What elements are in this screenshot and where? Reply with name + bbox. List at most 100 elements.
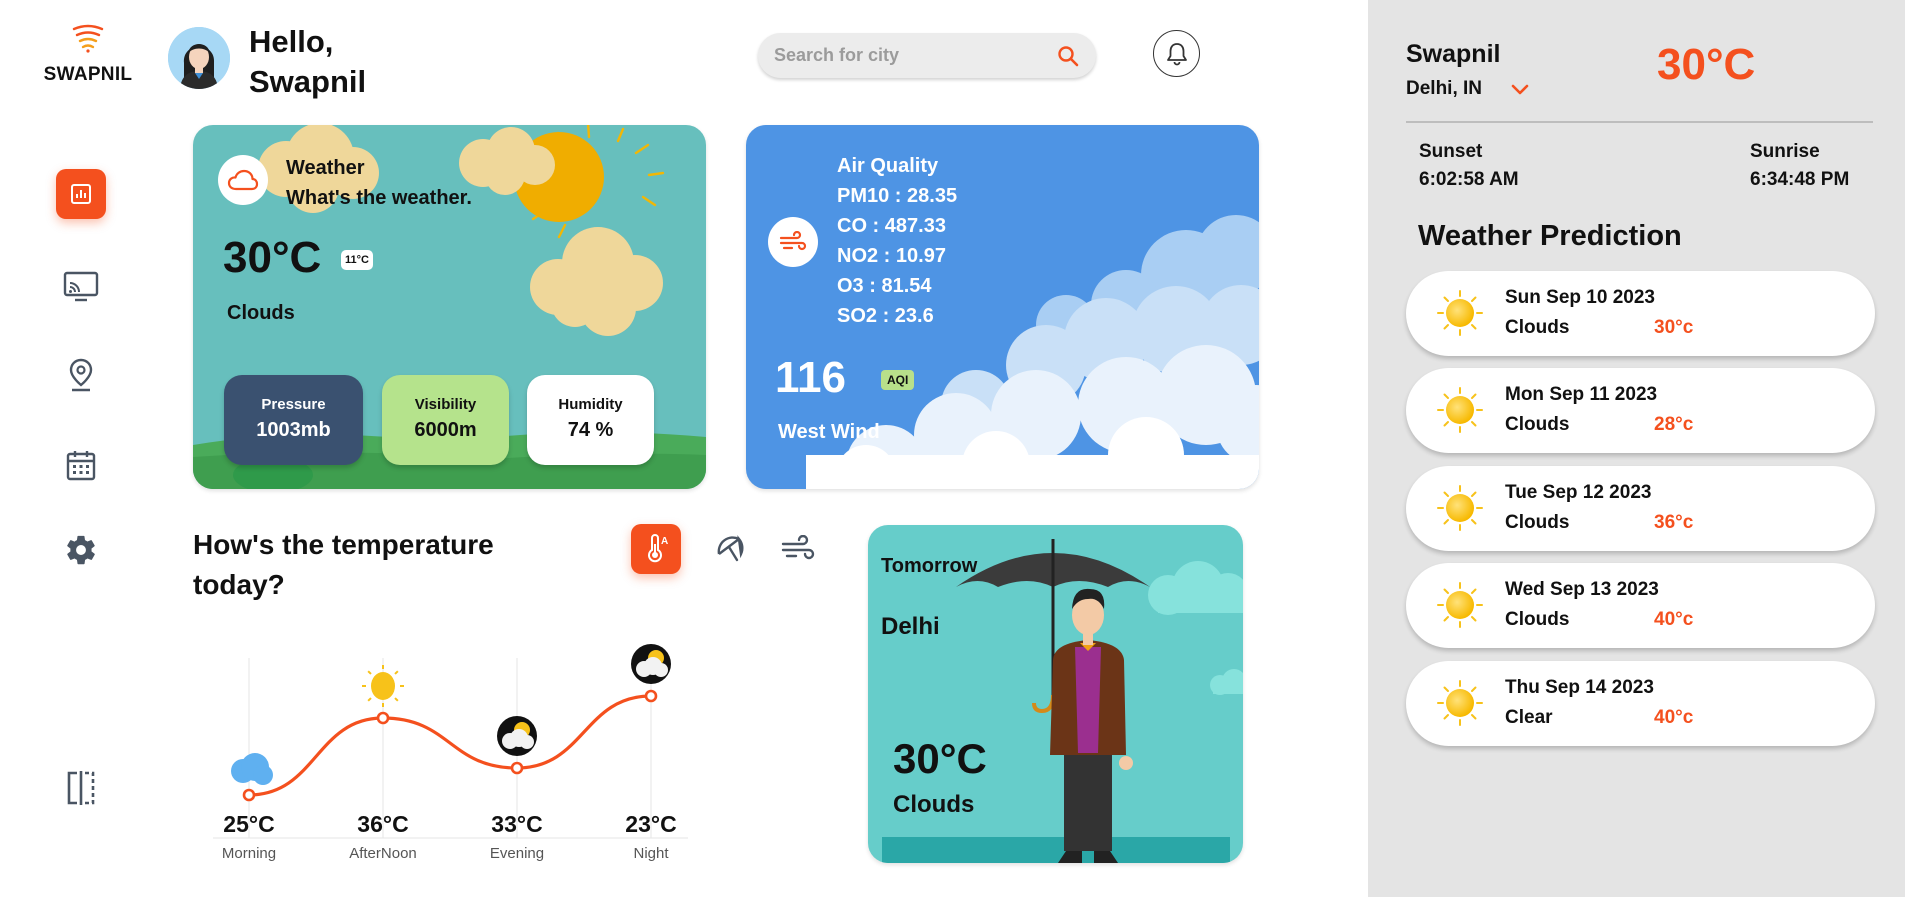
sun-icon: [1437, 680, 1483, 726]
o3-value: O3 : 81.54: [837, 275, 932, 297]
prediction-temp: 40°c: [1654, 707, 1694, 728]
sidebar-item-cast[interactable]: [56, 262, 106, 312]
cast-icon: [63, 271, 99, 302]
sidebar-item-calendar[interactable]: [56, 440, 106, 490]
prediction-item[interactable]: Thu Sep 14 2023 Clear 40°c: [1406, 661, 1875, 746]
humidity-label: Humidity: [558, 396, 623, 413]
visibility-label: Visibility: [414, 396, 477, 413]
so2-value: SO2 : 23.6: [837, 305, 934, 327]
tab-temperature[interactable]: A: [631, 524, 681, 574]
sun-icon: [1437, 582, 1483, 628]
prediction-temp: 36°c: [1654, 512, 1694, 533]
air-quality-title: Air Quality: [837, 155, 939, 177]
wind-icon: [781, 535, 815, 560]
calendar-icon: [66, 451, 96, 481]
prediction-condition: Clouds: [1505, 512, 1570, 533]
cloud-icon: [227, 169, 259, 191]
chart-point: [510, 761, 524, 775]
sunrise-time: 6:34:48 PM: [1750, 169, 1850, 190]
min-temp-badge: 11°C: [341, 250, 373, 270]
chart-icon: [71, 184, 91, 204]
svg-text:A: A: [661, 536, 668, 547]
weather-card[interactable]: Weather What's the weather. 30°C 11°C Cl…: [193, 125, 706, 489]
prediction-item[interactable]: Tue Sep 12 2023 Clouds 36°c: [1406, 466, 1875, 551]
night-cloud-icon: [631, 644, 671, 684]
right-panel: Swapnil Delhi, IN 30°C Sunset 6:02:58 AM…: [1368, 0, 1905, 897]
chart-category-label: Morning: [222, 845, 276, 862]
tomorrow-temp: 30°C: [893, 735, 987, 782]
location-selector-label[interactable]: Delhi, IN: [1406, 78, 1482, 100]
air-quality-card[interactable]: Air Quality PM10 : 28.35 CO : 487.33 NO2…: [746, 125, 1259, 489]
sidebar-item-dashboard[interactable]: [56, 169, 106, 219]
prediction-title: Weather Prediction: [1418, 220, 1682, 252]
prediction-condition: Clear: [1505, 707, 1553, 728]
sidebar-collapse-button[interactable]: [56, 763, 106, 813]
tomorrow-city: Delhi: [881, 613, 940, 640]
split-panel-icon: [67, 771, 95, 805]
weather-card-subtitle: What's the weather.: [286, 187, 472, 209]
chart-point: [644, 689, 658, 703]
chevron-down-icon[interactable]: [1509, 78, 1531, 100]
sun-icon: [1437, 387, 1483, 433]
prediction-temp: 28°c: [1654, 414, 1694, 435]
search-input[interactable]: [774, 45, 1056, 66]
umbrella-icon: [717, 535, 744, 562]
avatar[interactable]: [168, 27, 230, 89]
prediction-item[interactable]: Sun Sep 10 2023 Clouds 30°c: [1406, 271, 1875, 356]
greeting-line-1: Hello,: [249, 24, 334, 59]
prediction-date: Thu Sep 14 2023: [1505, 677, 1654, 698]
sun-icon: [1437, 290, 1483, 336]
prediction-temp: 30°c: [1654, 317, 1694, 338]
chart-series-line: [248, 694, 652, 797]
humidity-stat: Humidity 74 %: [527, 375, 654, 465]
current-temp: 30°C: [223, 233, 322, 282]
bell-icon: [1166, 42, 1187, 65]
notifications-button[interactable]: [1153, 30, 1200, 77]
sidebar-item-location[interactable]: [56, 350, 106, 400]
sunrise-label: Sunrise: [1750, 141, 1820, 162]
prediction-condition: Clouds: [1505, 414, 1570, 435]
tab-rain[interactable]: [705, 524, 755, 574]
sunrise-block: Sunrise 6:34:48 PM: [1750, 138, 1849, 194]
sun-icon: [1437, 485, 1483, 531]
search-icon[interactable]: [1056, 44, 1080, 68]
location-pin-icon: [69, 358, 93, 392]
pm10-value: PM10 : 28.35: [837, 185, 958, 207]
aqi-badge: AQI: [881, 370, 915, 390]
brand-logo[interactable]: SWAPNIL: [38, 20, 138, 86]
humidity-value: 74 %: [567, 419, 614, 441]
night-cloud-icon: [497, 716, 537, 756]
thermometer-icon: A: [648, 534, 668, 563]
sidebar-item-settings[interactable]: [56, 525, 106, 575]
pressure-label: Pressure: [261, 396, 326, 413]
tornado-logo-icon: [72, 24, 104, 53]
prediction-item[interactable]: Wed Sep 13 2023 Clouds 40°c: [1406, 563, 1875, 648]
chart-category-label: Night: [633, 845, 669, 862]
tomorrow-condition: Clouds: [893, 791, 975, 818]
chart-value-label: 36°C: [357, 811, 408, 837]
no2-value: NO2 : 10.97: [837, 245, 946, 267]
prediction-item[interactable]: Mon Sep 11 2023 Clouds 28°c: [1406, 368, 1875, 453]
tomorrow-card[interactable]: Tomorrow Delhi 30°C Clouds: [868, 525, 1243, 863]
chart-category-label: AfterNoon: [349, 845, 417, 862]
greeting-line-2: Swapnil: [249, 64, 367, 99]
chart-value-label: 23°C: [625, 811, 676, 837]
weather-card-heading: Weather What's the weather.: [286, 153, 472, 213]
avatar-illustration: [168, 27, 230, 89]
prediction-condition: Clouds: [1505, 317, 1570, 338]
tab-wind[interactable]: [773, 524, 823, 574]
prediction-condition: Clouds: [1505, 609, 1570, 630]
prediction-date: Tue Sep 12 2023: [1505, 482, 1652, 503]
cloud-icon: [231, 753, 273, 785]
temperature-title-line-1: How's the temperature: [193, 529, 494, 560]
weather-condition: Clouds: [227, 302, 295, 324]
air-quality-details: Air Quality PM10 : 28.35 CO : 487.33 NO2…: [837, 151, 957, 331]
divider: [1406, 121, 1873, 123]
temperature-section-title: How's the temperature today?: [193, 525, 494, 605]
weather-card-title: Weather: [286, 157, 365, 179]
chart-value-label: 33°C: [491, 811, 542, 837]
prediction-temp: 40°c: [1654, 609, 1694, 630]
pressure-stat: Pressure 1003mb: [224, 375, 363, 465]
aqi-value: 116: [775, 353, 846, 402]
search-bar[interactable]: [758, 33, 1096, 78]
